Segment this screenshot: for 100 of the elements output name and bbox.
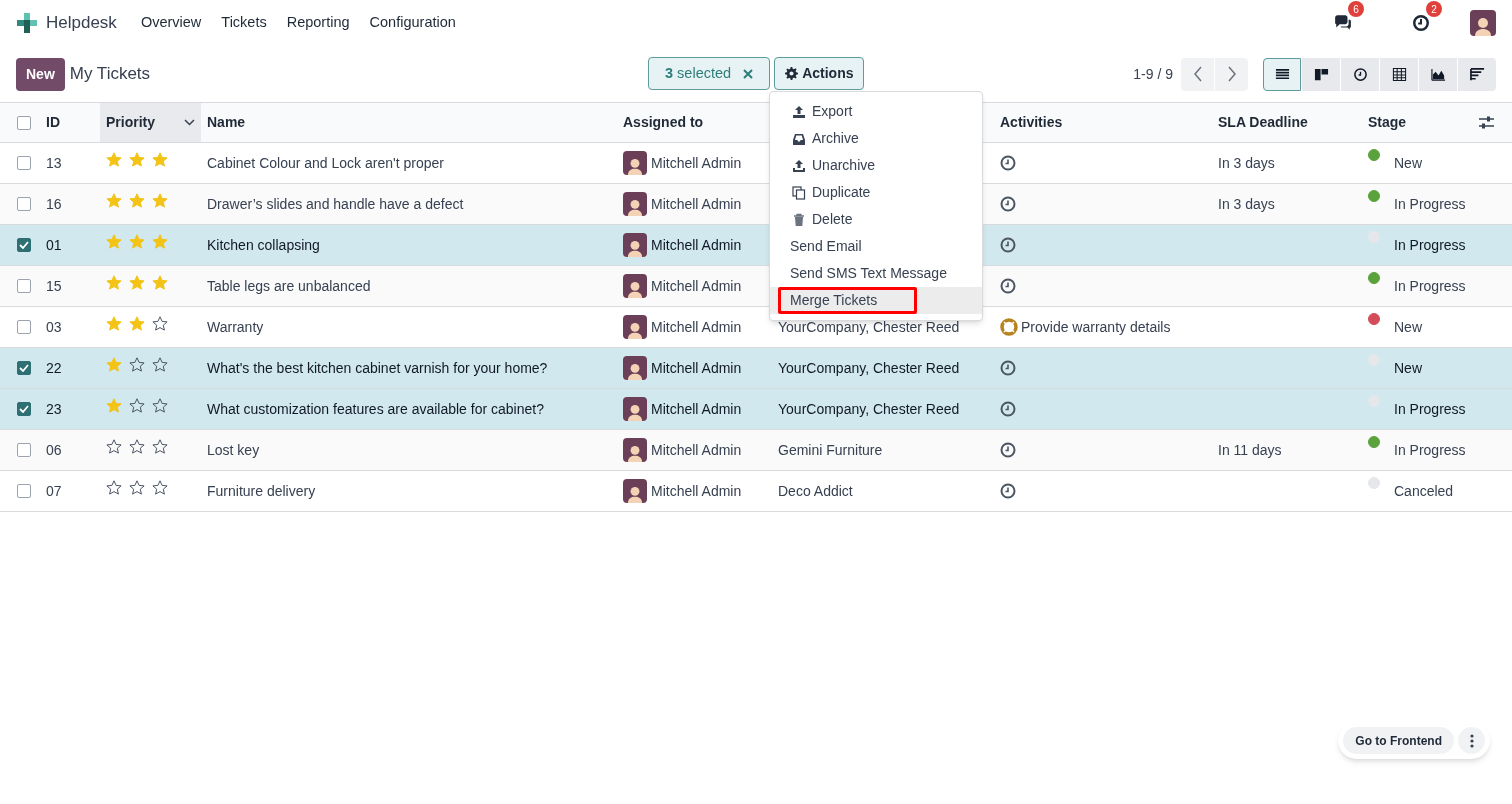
customer-name: YourCompany, Chester Reed bbox=[778, 400, 960, 417]
filled-star-icon bbox=[129, 234, 145, 250]
user-avatar bbox=[623, 274, 647, 298]
view-activity-button[interactable] bbox=[1341, 57, 1379, 91]
row-checkbox[interactable] bbox=[17, 156, 31, 170]
filled-star-icon bbox=[129, 152, 145, 168]
table-row[interactable]: 22 What's the best kitchen cabinet varnish for your home? Mitchell Admin YourCompany, Chester Reed New bbox=[0, 348, 1512, 389]
view-kanban-button[interactable] bbox=[1302, 57, 1340, 91]
person-silhouette-icon bbox=[1474, 16, 1492, 36]
priority-stars[interactable] bbox=[106, 316, 168, 332]
stage-name: In Progress bbox=[1394, 399, 1466, 419]
menu-item[interactable]: Overview bbox=[140, 12, 202, 34]
row-checkbox[interactable] bbox=[17, 443, 31, 457]
actions-button[interactable]: Actions bbox=[774, 57, 865, 90]
selection-counter[interactable]: 3 selected bbox=[648, 57, 771, 90]
clock-icon bbox=[1000, 278, 1016, 294]
ticket-id: 22 bbox=[46, 359, 62, 376]
new-button[interactable]: New bbox=[16, 57, 65, 91]
gear-icon bbox=[785, 67, 799, 80]
filled-star-icon bbox=[129, 316, 145, 332]
menu-item[interactable]: Unarchive bbox=[770, 152, 982, 179]
column-header[interactable]: Activities bbox=[1000, 112, 1063, 133]
chevron-left-icon bbox=[1192, 66, 1203, 82]
column-header[interactable]: SLA Deadline bbox=[1218, 112, 1308, 133]
column-header[interactable]: Stage bbox=[1368, 112, 1407, 133]
row-checkbox[interactable] bbox=[17, 320, 31, 334]
stage-name: In Progress bbox=[1394, 235, 1466, 255]
menu-item[interactable]: Send Email bbox=[770, 233, 982, 260]
clock-icon bbox=[1000, 155, 1016, 171]
stage-name: In Progress bbox=[1394, 440, 1466, 460]
priority-stars[interactable] bbox=[106, 193, 168, 209]
ticket-name: Cabinet Colour and Lock aren't proper bbox=[207, 154, 444, 171]
row-checkbox[interactable] bbox=[17, 197, 31, 211]
clock-icon bbox=[1000, 237, 1016, 253]
view-cohort-button[interactable] bbox=[1458, 57, 1496, 91]
select-all-checkbox[interactable] bbox=[17, 115, 31, 130]
ticket-id: 15 bbox=[46, 277, 62, 294]
column-header[interactable]: Name bbox=[207, 112, 246, 133]
inbox-icon bbox=[792, 131, 806, 146]
ticket-name: Table legs are unbalanced bbox=[207, 277, 371, 294]
app-name[interactable]: Helpdesk bbox=[46, 10, 117, 36]
empty-star-icon bbox=[129, 439, 145, 455]
menu-item[interactable]: Tickets bbox=[221, 12, 267, 34]
ticket-name: Lost key bbox=[207, 441, 260, 458]
view-graph-button[interactable] bbox=[1419, 57, 1457, 91]
sliders-icon bbox=[1479, 116, 1494, 129]
row-checkbox[interactable] bbox=[17, 238, 31, 252]
filled-star-icon bbox=[129, 275, 145, 291]
assignee-name: Mitchell Admin bbox=[651, 358, 742, 378]
assignee-name: Mitchell Admin bbox=[651, 317, 742, 337]
clock-icon bbox=[1000, 360, 1016, 376]
customer-name: YourCompany, Chester Reed bbox=[778, 318, 960, 335]
go-to-frontend-button[interactable]: Go to Frontend bbox=[1343, 727, 1454, 754]
clock-icon bbox=[1000, 483, 1016, 499]
empty-star-icon bbox=[106, 439, 122, 455]
empty-star-icon bbox=[106, 480, 122, 496]
menu-item[interactable]: Export bbox=[770, 98, 982, 125]
view-pivot-button[interactable] bbox=[1380, 57, 1418, 91]
kanban-icon bbox=[1313, 66, 1329, 82]
menu-item[interactable]: Configuration bbox=[369, 12, 456, 34]
user-avatar bbox=[623, 192, 647, 216]
priority-stars[interactable] bbox=[106, 152, 168, 168]
filled-star-icon bbox=[106, 152, 122, 168]
stage-name: Canceled bbox=[1394, 481, 1454, 501]
priority-stars[interactable] bbox=[106, 439, 168, 455]
row-checkbox[interactable] bbox=[17, 402, 31, 416]
priority-stars[interactable] bbox=[106, 480, 168, 496]
previous-button[interactable] bbox=[1181, 57, 1214, 91]
assignee-name: Mitchell Admin bbox=[651, 440, 742, 460]
empty-star-icon bbox=[152, 357, 168, 373]
activity-count-badge: 2 bbox=[1426, 1, 1442, 17]
empty-star-icon bbox=[129, 480, 145, 496]
assignee-name: Mitchell Admin bbox=[651, 399, 742, 419]
next-button[interactable] bbox=[1215, 57, 1248, 91]
ticket-id: 01 bbox=[46, 236, 62, 253]
more-options-button[interactable] bbox=[1458, 727, 1485, 754]
user-avatar bbox=[623, 397, 647, 421]
assignee-name: Mitchell Admin bbox=[651, 276, 742, 296]
priority-stars[interactable] bbox=[106, 234, 168, 250]
priority-stars[interactable] bbox=[106, 398, 168, 414]
customer-name: YourCompany, Chester Reed bbox=[778, 359, 960, 376]
clock-icon bbox=[1352, 66, 1368, 82]
row-checkbox[interactable] bbox=[17, 279, 31, 293]
column-header[interactable]: ID bbox=[46, 112, 60, 133]
menu-item[interactable]: Reporting bbox=[286, 12, 350, 34]
table-row[interactable]: 23 What customization features are available for cabinet? Mitchell Admin YourCompany, Chester Reed In Progress bbox=[0, 389, 1512, 430]
priority-stars[interactable] bbox=[106, 357, 168, 373]
column-header[interactable]: Assigned to bbox=[623, 112, 704, 133]
table-row[interactable]: 06 Lost key Mitchell Admin Gemini Furniture In 11 days In Progress bbox=[0, 430, 1512, 471]
row-checkbox[interactable] bbox=[17, 484, 31, 498]
assignee-name: Mitchell Admin bbox=[651, 194, 742, 214]
user-avatar[interactable] bbox=[1470, 10, 1496, 36]
priority-stars[interactable] bbox=[106, 275, 168, 291]
row-checkbox[interactable] bbox=[17, 361, 31, 375]
filled-star-icon bbox=[106, 398, 122, 414]
menu-item[interactable]: Merge Tickets bbox=[770, 287, 982, 314]
view-list-button[interactable] bbox=[1263, 57, 1301, 91]
ticket-id: 16 bbox=[46, 195, 62, 212]
chat-icon bbox=[1334, 14, 1352, 32]
user-avatar bbox=[623, 151, 647, 175]
